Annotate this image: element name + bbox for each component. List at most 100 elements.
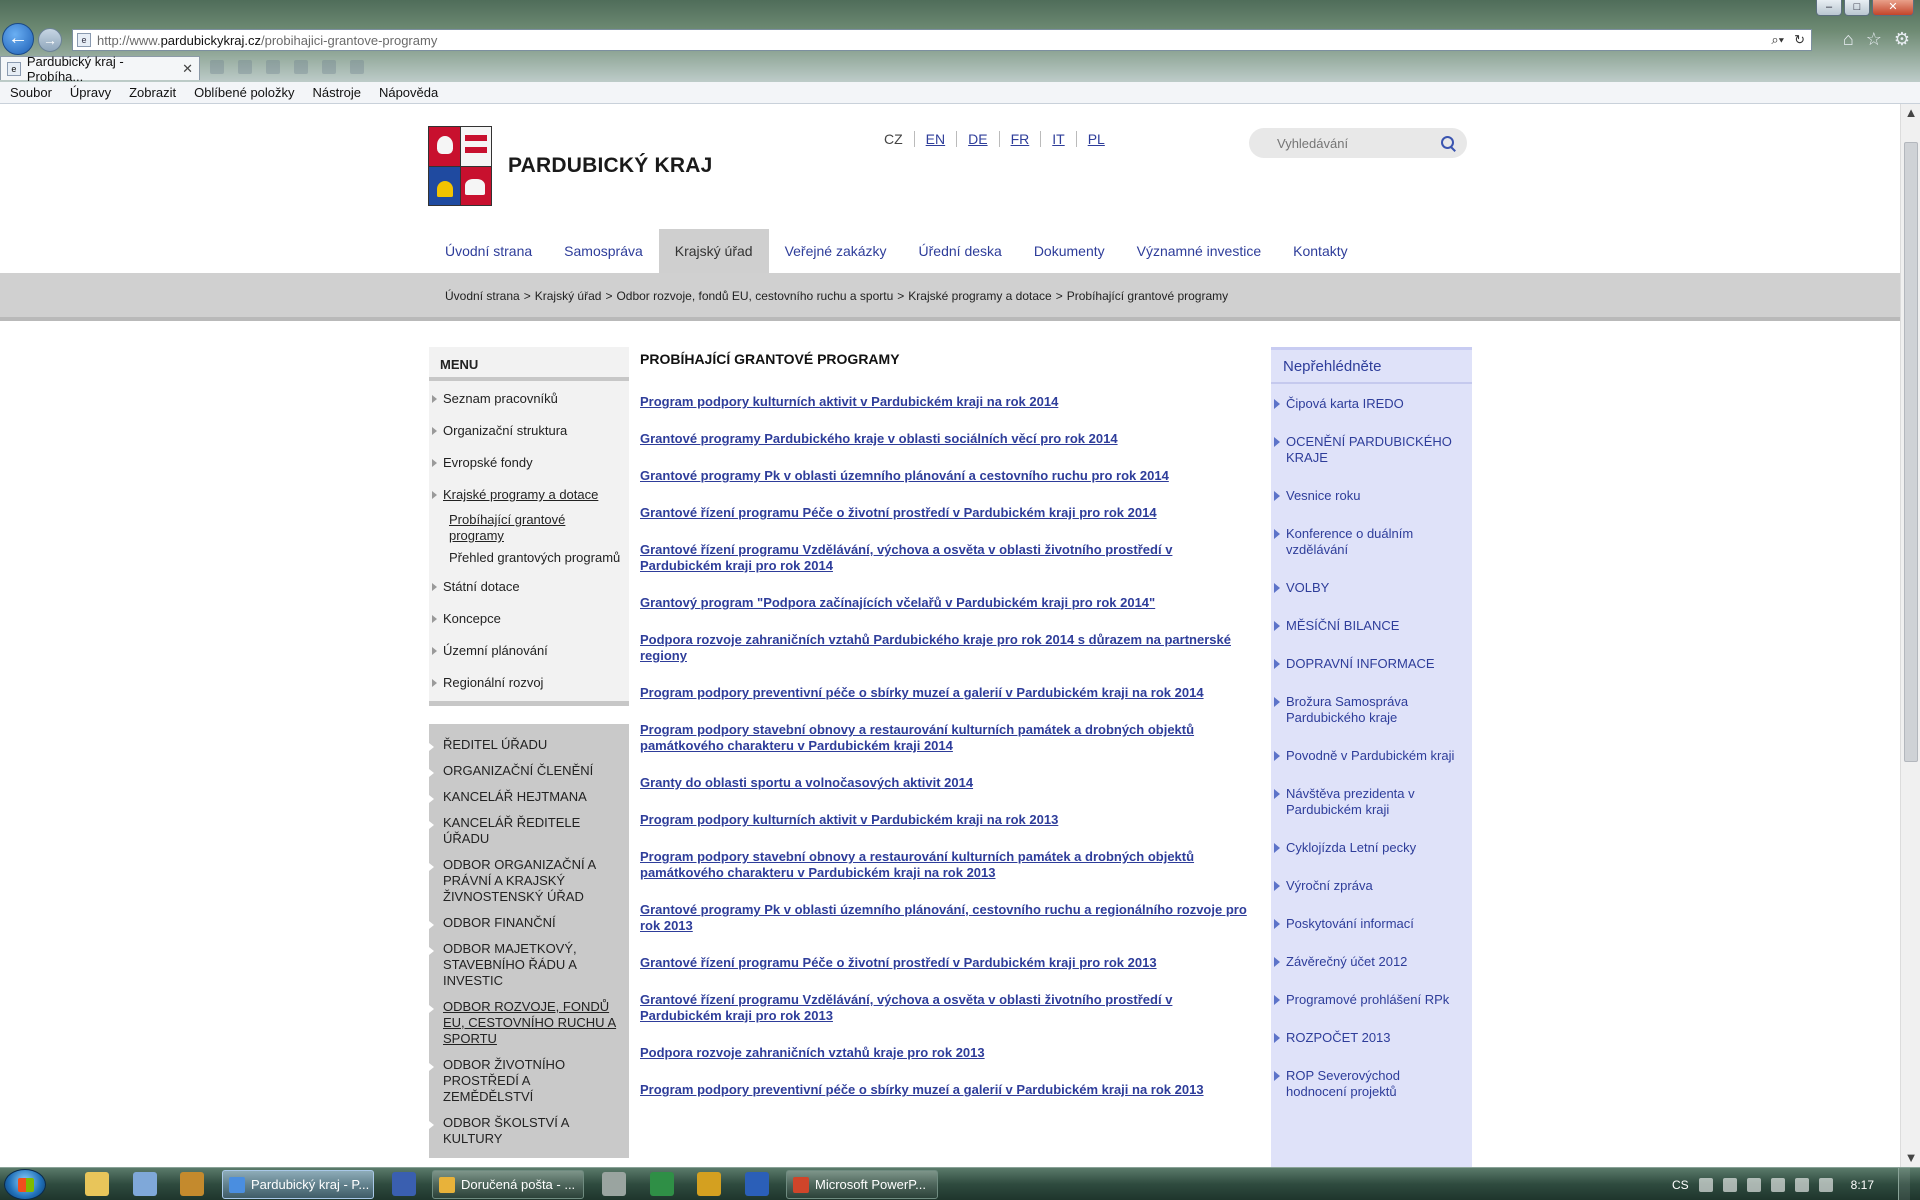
excel-icon[interactable]: [650, 1172, 674, 1196]
nav-public-tenders[interactable]: Veřejné zakázky: [769, 229, 903, 273]
department-item[interactable]: ODBOR ŽIVOTNÍHO PROSTŘEDÍ A ZEMĚDĚLSTVÍ: [429, 1052, 629, 1110]
department-item[interactable]: ŘEDITEL ÚŘADU: [429, 732, 629, 758]
program-link[interactable]: Program podpory preventivní péče o sbírk…: [640, 1082, 1250, 1098]
media-icon[interactable]: [133, 1172, 157, 1196]
search-dropdown-icon[interactable]: ⌕▾: [1771, 32, 1784, 48]
nav-self-government[interactable]: Samospráva: [548, 229, 659, 273]
lang-en[interactable]: EN: [913, 131, 956, 147]
program-link[interactable]: Podpora rozvoje zahraničních vztahů Pard…: [640, 632, 1250, 664]
task-powerpoint[interactable]: Microsoft PowerP...: [786, 1170, 938, 1199]
menu-item[interactable]: Koncepce: [429, 605, 629, 633]
gear-icon[interactable]: ⚙: [1894, 29, 1910, 50]
sidebar-link[interactable]: Vesnice roku: [1271, 488, 1472, 504]
search-input[interactable]: [1277, 135, 1437, 151]
tray-arrow-icon[interactable]: [1698, 1177, 1713, 1192]
scroll-up-icon[interactable]: ▲: [1901, 104, 1920, 122]
department-item[interactable]: ODBOR ORGANIZAČNÍ A PRÁVNÍ A KRAJSKÝ ŽIV…: [429, 852, 629, 910]
nav-home[interactable]: Úvodní strana: [429, 229, 548, 273]
program-link[interactable]: Grantové řízení programu Péče o životní …: [640, 505, 1250, 521]
menu-item[interactable]: Evropské fondy: [429, 449, 629, 477]
network-icon[interactable]: [1722, 1177, 1737, 1192]
sidebar-link[interactable]: Povodně v Pardubickém kraji: [1271, 748, 1472, 764]
sidebar-link[interactable]: Návštěva prezidenta v Pardubickém kraji: [1271, 786, 1472, 818]
breadcrumb-item[interactable]: Odbor rozvoje, fondů EU, cestovního ruch…: [616, 289, 893, 303]
program-link[interactable]: Grantové programy Pk v oblasti územního …: [640, 468, 1250, 484]
program-link[interactable]: Program podpory kulturních aktivit v Par…: [640, 812, 1250, 828]
program-link[interactable]: Grantové řízení programu Vzdělávání, výc…: [640, 542, 1250, 574]
department-item-current[interactable]: ODBOR ROZVOJE, FONDŮ EU, CESTOVNÍHO RUCH…: [429, 994, 629, 1052]
flag-icon[interactable]: [1746, 1177, 1761, 1192]
vertical-scrollbar[interactable]: ▲ ▼: [1900, 104, 1920, 1167]
program-link[interactable]: Program podpory stavební obnovy a restau…: [640, 849, 1250, 881]
task-browser[interactable]: Pardubický kraj - P...: [222, 1170, 374, 1199]
task-mail[interactable]: Doručená pošta - ...: [432, 1170, 584, 1199]
word-icon[interactable]: [745, 1172, 769, 1196]
program-link[interactable]: Podpora rozvoje zahraničních vztahů kraj…: [640, 1045, 1250, 1061]
nav-documents[interactable]: Dokumenty: [1018, 229, 1121, 273]
language-indicator[interactable]: CS: [1672, 1178, 1689, 1192]
sidebar-link[interactable]: Brožura Samospráva Pardubického kraje: [1271, 694, 1472, 726]
home-icon[interactable]: ⌂: [1843, 29, 1854, 50]
program-link[interactable]: Program podpory preventivní péče o sbírk…: [640, 685, 1250, 701]
app-icon[interactable]: [602, 1172, 626, 1196]
folder-icon[interactable]: [85, 1172, 109, 1196]
browser-tab-active[interactable]: e Pardubický kraj - Probíha... ✕: [0, 54, 200, 84]
program-link[interactable]: Program podpory stavební obnovy a restau…: [640, 722, 1250, 754]
sidebar-link[interactable]: ROP Severovýchod hodnocení projektů: [1271, 1068, 1472, 1100]
refresh-icon[interactable]: ↻: [1794, 32, 1805, 48]
menu-item[interactable]: Státní dotace: [429, 573, 629, 601]
lang-pl[interactable]: PL: [1075, 131, 1116, 147]
department-item[interactable]: KANCELÁŘ HEJTMANA: [429, 784, 629, 810]
address-url[interactable]: http://www.pardubickykraj.cz/probihajici…: [97, 33, 437, 48]
start-button[interactable]: [4, 1169, 46, 1200]
menu-item[interactable]: Územní plánování: [429, 637, 629, 665]
department-item[interactable]: ORGANIZAČNÍ ČLENĚNÍ: [429, 758, 629, 784]
sidebar-link[interactable]: Konference o duálním vzdělávání: [1271, 526, 1472, 558]
department-item[interactable]: ODBOR FINANČNÍ: [429, 910, 629, 936]
sidebar-link[interactable]: Poskytování informací: [1271, 916, 1472, 932]
program-link[interactable]: Grantové řízení programu Péče o životní …: [640, 955, 1250, 971]
program-link[interactable]: Grantové programy Pardubického kraje v o…: [640, 431, 1250, 447]
nav-notice-board[interactable]: Úřední deska: [903, 229, 1018, 273]
tab-close-icon[interactable]: ✕: [182, 61, 193, 77]
sidebar-link[interactable]: Programové prohlášení RPk: [1271, 992, 1472, 1008]
sidebar-link[interactable]: OCENĚNÍ PARDUBICKÉHO KRAJE: [1271, 434, 1472, 466]
player-icon[interactable]: [180, 1172, 204, 1196]
sidebar-link[interactable]: Závěrečný účet 2012: [1271, 954, 1472, 970]
submenu-item[interactable]: Přehled grantových programů: [429, 547, 629, 569]
program-link[interactable]: Granty do oblasti sportu a volnočasových…: [640, 775, 1250, 791]
search-icon[interactable]: [1439, 134, 1457, 152]
program-link[interactable]: Grantové programy Pk v oblasti územního …: [640, 902, 1250, 934]
maximize-button[interactable]: □: [1844, 0, 1870, 16]
save-app-icon[interactable]: [392, 1172, 416, 1196]
close-window-button[interactable]: ✕: [1872, 0, 1914, 16]
sidebar-link[interactable]: Cyklojízda Letní pecky: [1271, 840, 1472, 856]
address-bar[interactable]: e http://www.pardubickykraj.cz/probihaji…: [72, 29, 1812, 51]
sidebar-link[interactable]: Čipová karta IREDO: [1271, 396, 1472, 412]
menu-favorites[interactable]: Oblíbené položky: [194, 85, 294, 100]
program-link[interactable]: Program podpory kulturních aktivit v Par…: [640, 394, 1250, 410]
clock[interactable]: 8:17: [1851, 1178, 1874, 1192]
menu-item-current[interactable]: Krajské programy a dotace: [429, 481, 629, 509]
menu-view[interactable]: Zobrazit: [129, 85, 176, 100]
department-item[interactable]: KANCELÁŘ ŘEDITELE ÚŘADU: [429, 810, 629, 852]
sidebar-link[interactable]: DOPRAVNÍ INFORMACE: [1271, 656, 1472, 672]
lang-de[interactable]: DE: [956, 131, 998, 147]
lang-fr[interactable]: FR: [998, 131, 1041, 147]
sidebar-link[interactable]: MĚSÍČNÍ BILANCE: [1271, 618, 1472, 634]
menu-edit[interactable]: Úpravy: [70, 85, 111, 100]
breadcrumb-item[interactable]: Úvodní strana: [445, 289, 520, 303]
menu-help[interactable]: Nápověda: [379, 85, 438, 100]
sidebar-link[interactable]: VOLBY: [1271, 580, 1472, 596]
scroll-down-icon[interactable]: ▼: [1901, 1149, 1920, 1167]
nav-investments[interactable]: Významné investice: [1121, 229, 1278, 273]
menu-item[interactable]: Regionální rozvoj: [429, 669, 629, 697]
sidebar-link[interactable]: ROZPOČET 2013: [1271, 1030, 1472, 1046]
program-link[interactable]: Grantový program "Podpora začínajících v…: [640, 595, 1250, 611]
breadcrumb-item[interactable]: Krajský úřad: [535, 289, 602, 303]
favorites-star-icon[interactable]: ☆: [1866, 29, 1882, 50]
show-desktop-button[interactable]: [1898, 1168, 1910, 1200]
nav-regional-office[interactable]: Krajský úřad: [658, 229, 769, 273]
back-button[interactable]: ←: [2, 23, 34, 55]
lang-it[interactable]: IT: [1040, 131, 1075, 147]
